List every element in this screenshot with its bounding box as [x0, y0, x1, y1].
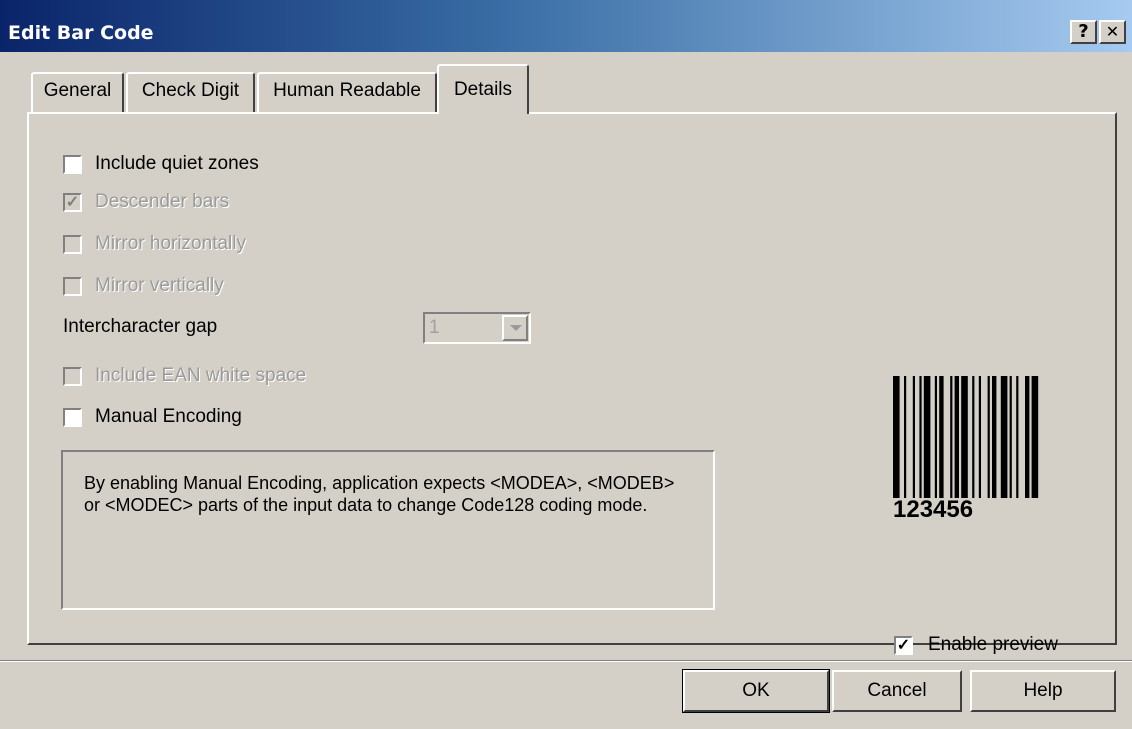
barcode-preview-image	[893, 376, 1039, 498]
tab-human-readable[interactable]: Human Readable	[257, 72, 437, 112]
barcode-bar	[961, 376, 968, 498]
descender-bars-checkbox[interactable]: ✓	[63, 192, 82, 212]
enable-preview-option[interactable]: ✓ Enable preview	[894, 632, 1058, 658]
manual-encoding-description: By enabling Manual Encoding, application…	[84, 473, 675, 515]
bottom-separator	[0, 660, 1132, 662]
cancel-button[interactable]: Cancel	[832, 670, 962, 712]
barcode-bar	[1009, 376, 1012, 498]
help-title-button[interactable]: ?	[1070, 20, 1097, 44]
enable-preview-label: Enable preview	[928, 634, 1058, 655]
intercharacter-gap-label: Intercharacter gap	[63, 316, 218, 337]
include-ean-white-space-label: Include EAN white space	[95, 365, 307, 386]
barcode-bar	[893, 376, 900, 498]
include-quiet-zones-label: Include quiet zones	[95, 153, 259, 174]
mirror-horizontally-option[interactable]: Mirror horizontally	[63, 231, 246, 257]
info-box: By enabling Manual Encoding, application…	[61, 450, 715, 610]
help-button[interactable]: Help	[970, 670, 1116, 712]
edit-bar-code-dialog: Edit Bar Code ? ✕ General Check Digit Hu…	[0, 0, 1132, 729]
manual-encoding-checkbox[interactable]	[63, 407, 82, 427]
barcode-bar	[972, 376, 975, 498]
barcode-human-readable-text: 123456	[893, 496, 974, 523]
barcode-bar	[987, 376, 990, 498]
barcode-bar	[1016, 376, 1019, 498]
barcode-bar	[978, 376, 981, 498]
manual-encoding-option[interactable]: Manual Encoding	[63, 404, 242, 430]
include-ean-white-space-checkbox[interactable]	[63, 366, 82, 386]
chevron-down-icon	[510, 325, 522, 331]
barcode-bar	[919, 376, 922, 498]
barcode-bar	[912, 376, 915, 498]
title-bar: Edit Bar Code ? ✕	[0, 0, 1132, 52]
mirror-horizontally-label: Mirror horizontally	[95, 233, 246, 254]
barcode-bar	[954, 376, 959, 498]
barcode-bar	[934, 376, 937, 498]
barcode-bar	[1025, 376, 1030, 498]
mirror-horizontally-checkbox[interactable]	[63, 234, 82, 254]
descender-bars-option[interactable]: ✓ Descender bars	[63, 189, 229, 215]
enable-preview-checkbox[interactable]: ✓	[894, 635, 913, 655]
dropdown-button[interactable]	[502, 315, 528, 341]
barcode-bar	[939, 376, 944, 498]
mirror-vertically-checkbox[interactable]	[63, 276, 82, 296]
mirror-vertically-label: Mirror vertically	[95, 275, 224, 296]
barcode-bar	[1000, 376, 1008, 498]
include-ean-white-space-option[interactable]: Include EAN white space	[63, 363, 306, 389]
ok-button[interactable]: OK	[682, 669, 830, 713]
tab-check-digit[interactable]: Check Digit	[126, 72, 255, 112]
include-quiet-zones-checkbox[interactable]	[63, 154, 82, 174]
barcode-bar	[1031, 376, 1039, 498]
descender-bars-label: Descender bars	[95, 191, 230, 212]
manual-encoding-label: Manual Encoding	[95, 406, 242, 427]
window-title: Edit Bar Code	[8, 22, 154, 44]
include-quiet-zones-option[interactable]: Include quiet zones	[63, 151, 259, 177]
barcode-bar	[923, 376, 931, 498]
barcode-bar	[950, 376, 953, 498]
barcode-bar	[992, 376, 997, 498]
tab-general[interactable]: General	[31, 72, 124, 112]
mirror-vertically-option[interactable]: Mirror vertically	[63, 273, 224, 299]
tab-details[interactable]: Details	[437, 64, 529, 114]
intercharacter-gap-dropdown[interactable]: 1	[423, 312, 531, 344]
close-button[interactable]: ✕	[1099, 20, 1126, 44]
intercharacter-gap-value: 1	[429, 317, 440, 338]
barcode-bar	[904, 376, 907, 498]
